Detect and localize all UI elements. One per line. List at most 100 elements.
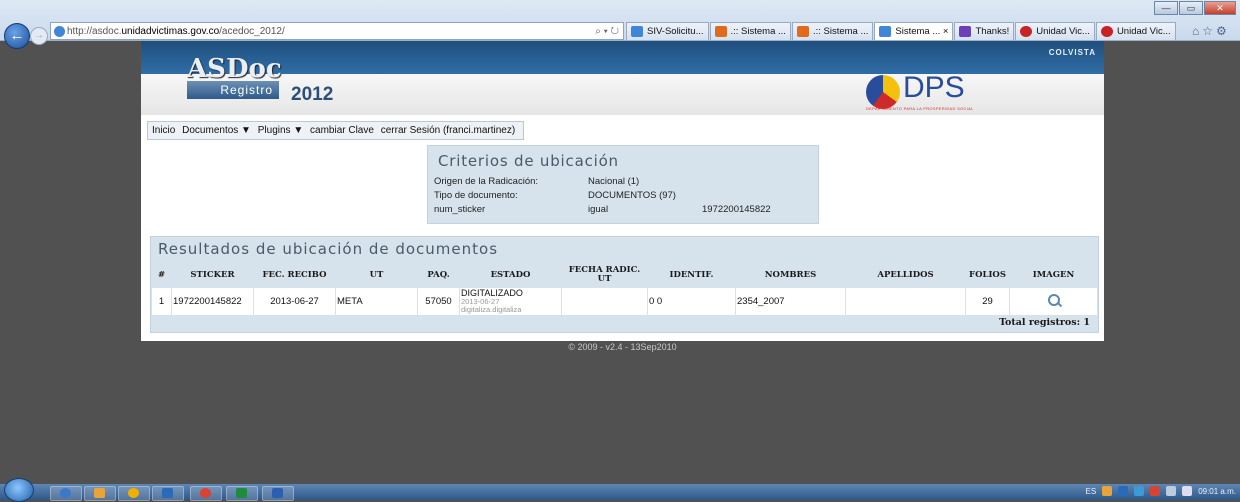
- windows-taskbar: ES 09:01 a.m.: [0, 478, 1240, 502]
- col-header-apellidos[interactable]: Apellidos: [846, 263, 966, 288]
- forward-arrow-icon[interactable]: →: [30, 27, 48, 45]
- cell-imagen: [1009, 287, 1098, 316]
- tab-label: .:: Sistema ...: [730, 26, 786, 37]
- tab-label: .:: Sistema ...: [812, 26, 869, 37]
- cell-folios: 29: [965, 287, 1010, 316]
- language-indicator[interactable]: ES: [1086, 487, 1097, 496]
- col-header-folios[interactable]: Folios: [966, 263, 1010, 288]
- col-header-imagen: Imagen: [1032, 269, 1075, 280]
- tab-unidad-2[interactable]: Unidad Vic...: [1095, 22, 1176, 40]
- estado-user: digitaliza.digitaliza: [461, 305, 522, 314]
- dps-logo-icon: [866, 75, 900, 109]
- tab-favicon-icon: [631, 26, 643, 37]
- dps-logo-subtitle: DEPARTAMENTO PARA LA PROSPERIDAD SOCIAL: [866, 106, 974, 111]
- criterios-table: Origen de la Radicación: Nacional (1) Ti…: [432, 174, 773, 216]
- maximize-button[interactable]: ▭: [1179, 1, 1203, 15]
- menu-documentos[interactable]: Documentos ▼: [182, 125, 251, 136]
- taskbar-app-ie[interactable]: [50, 486, 82, 501]
- tray-icon[interactable]: [1134, 486, 1145, 496]
- tab-strip: SIV-Solicitu... .:: Sistema ... .:: Sist…: [626, 22, 1177, 40]
- menu-cambiar-clave[interactable]: cambiar Clave: [310, 125, 374, 136]
- ie-icon: [54, 26, 65, 37]
- tab-label: Unidad Vic...: [1036, 26, 1090, 37]
- home-favorites-tools-icons[interactable]: ⌂☆⚙: [1192, 24, 1230, 38]
- taskbar-app-media[interactable]: [118, 486, 150, 501]
- criterio-value: DOCUMENTOS (97): [588, 189, 676, 201]
- tray-icon[interactable]: [1102, 486, 1113, 496]
- cell-identif: 0 0: [647, 287, 736, 316]
- menu-cerrar-sesion[interactable]: cerrar Sesión (franci.martinez): [381, 125, 515, 136]
- network-icon[interactable]: [1166, 486, 1177, 496]
- address-bar[interactable]: http://asdoc.unidadvictimas.gov.co/acedo…: [50, 22, 624, 40]
- table-row[interactable]: 1 1972200145822 2013-06-27 META 57050 DI…: [151, 287, 1098, 316]
- cell-estado: DIGITALIZADO 2013-06-27 digitaliza.digit…: [459, 287, 562, 316]
- word-icon: [272, 488, 283, 498]
- col-header-estado[interactable]: Estado: [460, 263, 562, 288]
- menu-inicio[interactable]: Inicio: [152, 125, 175, 136]
- cell-sticker: 1972200145822: [171, 287, 254, 316]
- asdoc-logo-text: ASDoc: [187, 54, 282, 84]
- col-header-paq[interactable]: Paq.: [418, 263, 460, 288]
- page-footer: © 2009 - v2.4 - 13Sep2010: [568, 342, 677, 352]
- col-header-identif[interactable]: Identif.: [648, 263, 736, 288]
- cell-ut: META: [335, 287, 418, 316]
- tab-favicon-icon: [879, 26, 892, 37]
- cell-num: 1: [151, 287, 172, 316]
- ie-app-icon: [60, 488, 71, 498]
- col-header-ut[interactable]: UT: [336, 263, 418, 288]
- cell-apellidos: [845, 287, 966, 316]
- col-header-sticker[interactable]: Sticker: [172, 263, 254, 288]
- outlook-icon: [162, 488, 173, 498]
- media-icon: [128, 488, 139, 498]
- tab-siv[interactable]: SIV-Solicitu...: [626, 22, 709, 40]
- taskbar-app-chrome[interactable]: [190, 486, 222, 501]
- taskbar-app-outlook[interactable]: [152, 486, 184, 501]
- criterio-extra: [700, 188, 773, 202]
- col-header-fec-recibo[interactable]: Fec. Recibo: [254, 263, 336, 288]
- browser-chrome: — ▭ ✕ ← → http://asdoc.unidadvictimas.go…: [0, 0, 1240, 49]
- resultados-table: # Sticker Fec. Recibo UT Paq. Estado Fec…: [151, 263, 1098, 316]
- tray-icon[interactable]: [1150, 486, 1161, 496]
- resultados-panel: Resultados de ubicación de documentos # …: [150, 236, 1099, 333]
- taskbar-app-explorer[interactable]: [84, 486, 116, 501]
- address-tools-icon[interactable]: ⌕ ▾ ↻: [595, 23, 619, 41]
- tab-sistema-1[interactable]: .:: Sistema ...: [709, 22, 791, 40]
- system-tray: ES 09:01 a.m.: [1086, 486, 1236, 496]
- criterio-row: Tipo de documento: DOCUMENTOS (97): [432, 188, 773, 202]
- back-arrow-icon[interactable]: ←: [4, 23, 30, 49]
- taskbar-app-word[interactable]: [262, 486, 294, 501]
- cell-fec-recibo: 2013-06-27: [253, 287, 336, 316]
- cell-paq: 57050: [417, 287, 460, 316]
- criterios-title: Criterios de ubicación: [438, 152, 619, 170]
- col-header-nombres[interactable]: Nombres: [736, 263, 846, 288]
- clock[interactable]: 09:01 a.m.: [1198, 487, 1236, 496]
- cell-nombres: 2354_2007: [735, 287, 846, 316]
- url-prefix: http://asdoc.: [67, 26, 122, 37]
- tab-label: SIV-Solicitu...: [647, 26, 704, 37]
- close-button[interactable]: ✕: [1204, 1, 1236, 15]
- tab-label: Sistema ... ×: [895, 26, 949, 37]
- table-header-row: # Sticker Fec. Recibo UT Paq. Estado Fec…: [152, 263, 1098, 288]
- taskbar-app-excel[interactable]: [226, 486, 258, 501]
- criterio-extra: 1972200145822: [702, 203, 771, 215]
- tab-sistema-active[interactable]: Sistema ... ×: [874, 22, 954, 40]
- url-path: /acedoc_2012/: [219, 26, 285, 37]
- minimize-button[interactable]: —: [1154, 1, 1178, 15]
- criterio-label: Tipo de documento:: [434, 189, 518, 201]
- volume-icon[interactable]: [1182, 486, 1193, 496]
- start-button[interactable]: [4, 478, 34, 502]
- web-page: ASDoc Registro 2012 COLVISTA DPS DEPARTA…: [141, 41, 1104, 352]
- tab-unidad-1[interactable]: Unidad Vic...: [1015, 22, 1095, 40]
- tab-thanks[interactable]: Thanks!: [954, 22, 1015, 40]
- dps-logo: DPS DEPARTAMENTO PARA LA PROSPERIDAD SOC…: [866, 71, 1036, 113]
- col-header-num: #: [157, 269, 166, 280]
- dps-logo-text: DPS: [903, 71, 965, 104]
- colvista-logo: COLVISTA: [1048, 48, 1096, 57]
- tab-sistema-2[interactable]: .:: Sistema ...: [791, 22, 874, 40]
- tray-icon[interactable]: [1118, 486, 1129, 496]
- col-header-fecha-radic[interactable]: Fecha Radic. UT: [562, 263, 648, 288]
- cell-fecha-radic: [561, 287, 648, 316]
- view-image-icon[interactable]: [1047, 294, 1060, 306]
- menu-plugins[interactable]: Plugins ▼: [258, 125, 303, 136]
- criterio-row: Origen de la Radicación: Nacional (1): [432, 174, 773, 188]
